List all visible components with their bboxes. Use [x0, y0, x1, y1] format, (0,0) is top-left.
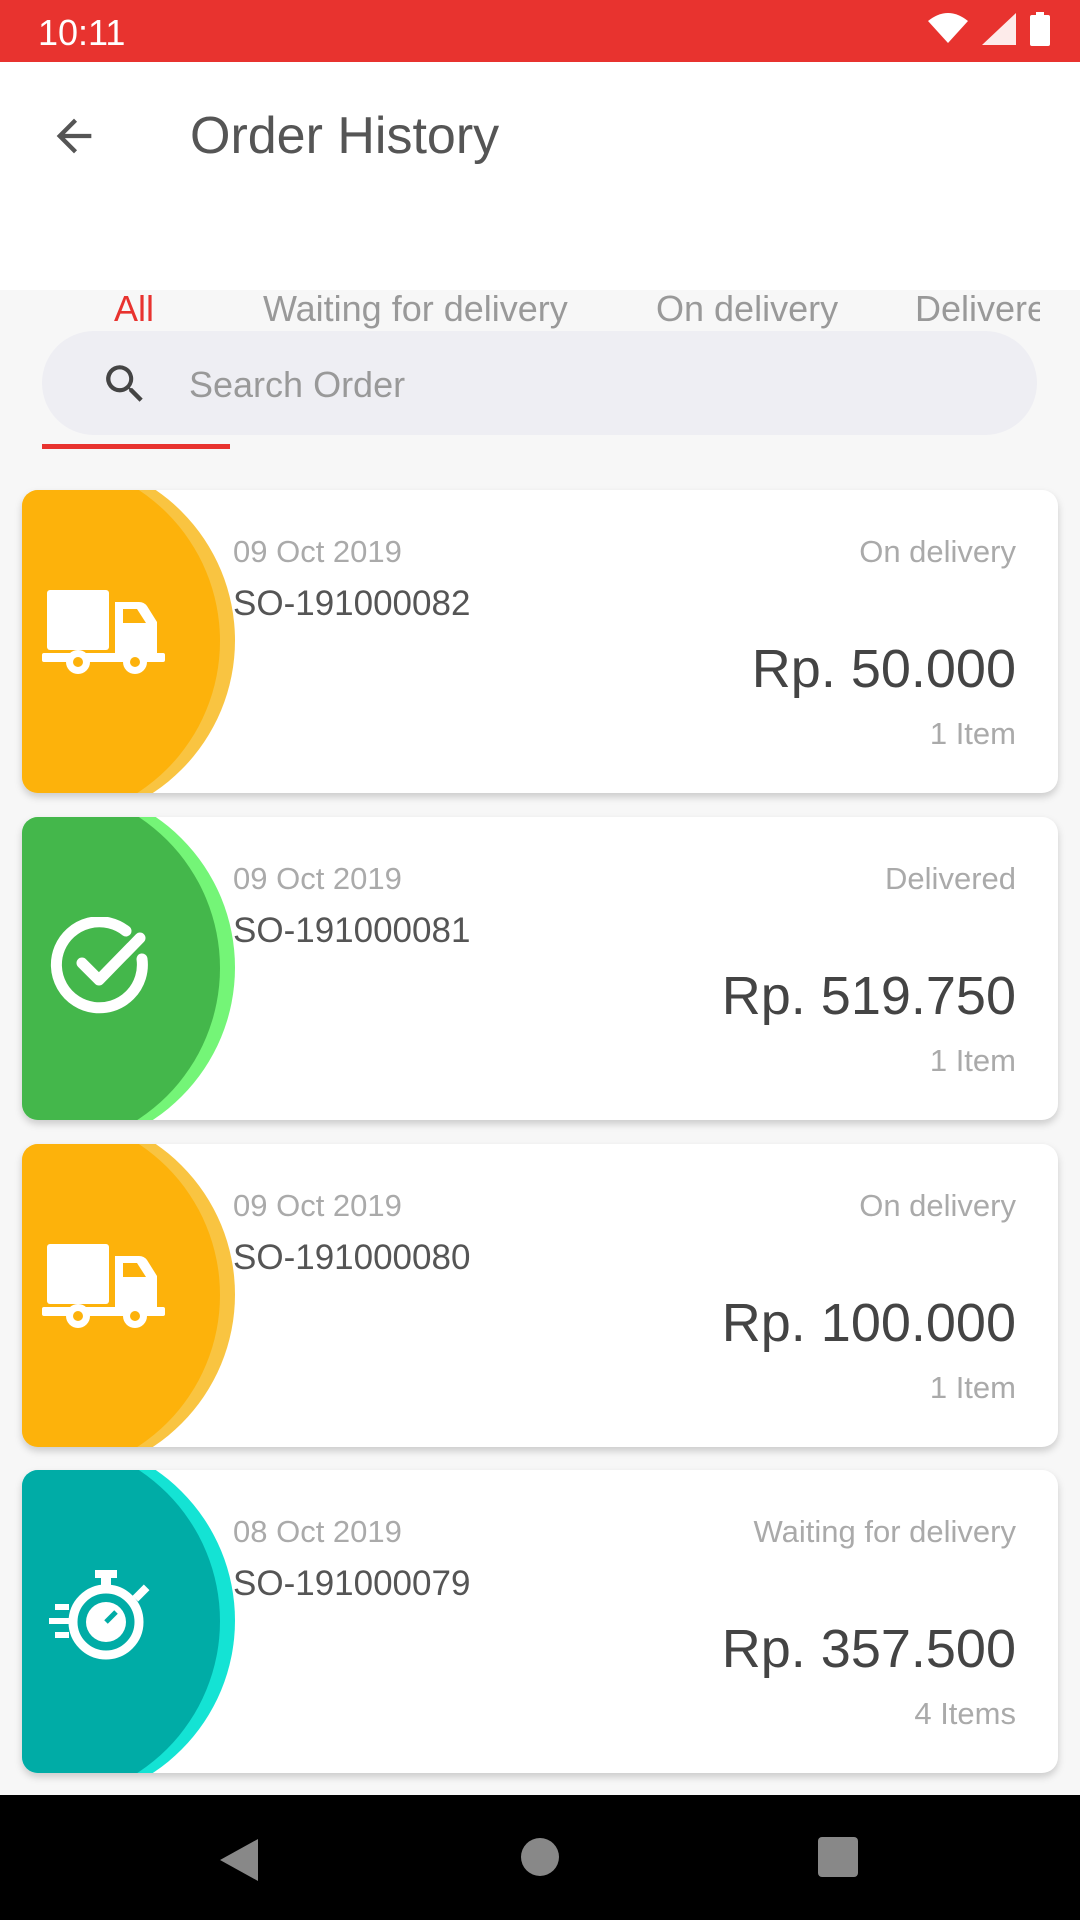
order-items-count: 1 Item [929, 716, 1016, 751]
tab-waiting-for-delivery[interactable]: Waiting for delivery [263, 288, 568, 330]
truck-icon [42, 590, 172, 690]
tab-all[interactable]: All [114, 288, 154, 330]
order-number: SO-191000080 [233, 1238, 471, 1277]
page-title: Order History [190, 107, 500, 165]
order-number: SO-191000081 [233, 911, 471, 950]
back-arrow-icon[interactable] [48, 110, 100, 162]
tab-on-delivery[interactable]: On delivery [656, 288, 838, 330]
order-card[interactable]: 09 Oct 2019 SO-191000082 On delivery Rp.… [22, 490, 1058, 793]
order-status: Waiting for delivery [753, 1514, 1016, 1549]
order-price: Rp. 519.750 [721, 966, 1016, 1026]
signal-icon [982, 13, 1016, 45]
order-date: 09 Oct 2019 [233, 534, 402, 569]
order-card[interactable]: 08 Oct 2019 SO-191000079 Waiting for del… [22, 1470, 1058, 1773]
navigation-bar [0, 1795, 1080, 1920]
order-date: 09 Oct 2019 [233, 861, 402, 896]
search-placeholder: Search Order [189, 364, 406, 405]
tab-delivered[interactable]: Delivered [915, 288, 1040, 330]
order-items-count: 4 Items [914, 1696, 1016, 1731]
search-input[interactable]: Search Order [42, 331, 1037, 435]
truck-icon [42, 1244, 172, 1344]
status-time: 10:11 [38, 12, 126, 53]
order-status: On delivery [859, 1188, 1016, 1223]
order-items-count: 1 Item [929, 1370, 1016, 1405]
tab-bar: All Waiting for delivery On delivery Del… [0, 222, 1080, 449]
order-card[interactable]: 09 Oct 2019 SO-191000080 On delivery Rp.… [22, 1144, 1058, 1447]
tab-indicator [42, 444, 230, 449]
order-number: SO-191000079 [233, 1564, 471, 1603]
nav-recents-icon[interactable] [818, 1837, 858, 1877]
check-circle-icon [42, 916, 172, 1017]
order-status: On delivery [859, 534, 1016, 569]
nav-home-icon[interactable] [520, 1837, 560, 1877]
battery-icon [1030, 12, 1050, 46]
order-price: Rp. 50.000 [751, 639, 1016, 699]
order-date: 09 Oct 2019 [233, 1188, 402, 1223]
order-status: Delivered [885, 861, 1016, 896]
order-items-count: 1 Item [929, 1043, 1016, 1078]
order-price: Rp. 100.000 [721, 1293, 1016, 1353]
app-bar: Order History All Waiting for delivery O… [0, 62, 1080, 449]
nav-back-icon[interactable] [218, 1837, 260, 1883]
order-card[interactable]: 09 Oct 2019 SO-191000081 Delivered Rp. 5… [22, 817, 1058, 1120]
order-date: 08 Oct 2019 [233, 1514, 402, 1549]
search-icon [106, 365, 143, 402]
status-bar: 10:11 [0, 0, 1080, 62]
order-price: Rp. 357.500 [721, 1619, 1016, 1679]
stopwatch-icon [42, 1570, 172, 1670]
order-number: SO-191000082 [233, 584, 471, 623]
wifi-icon [928, 13, 968, 43]
